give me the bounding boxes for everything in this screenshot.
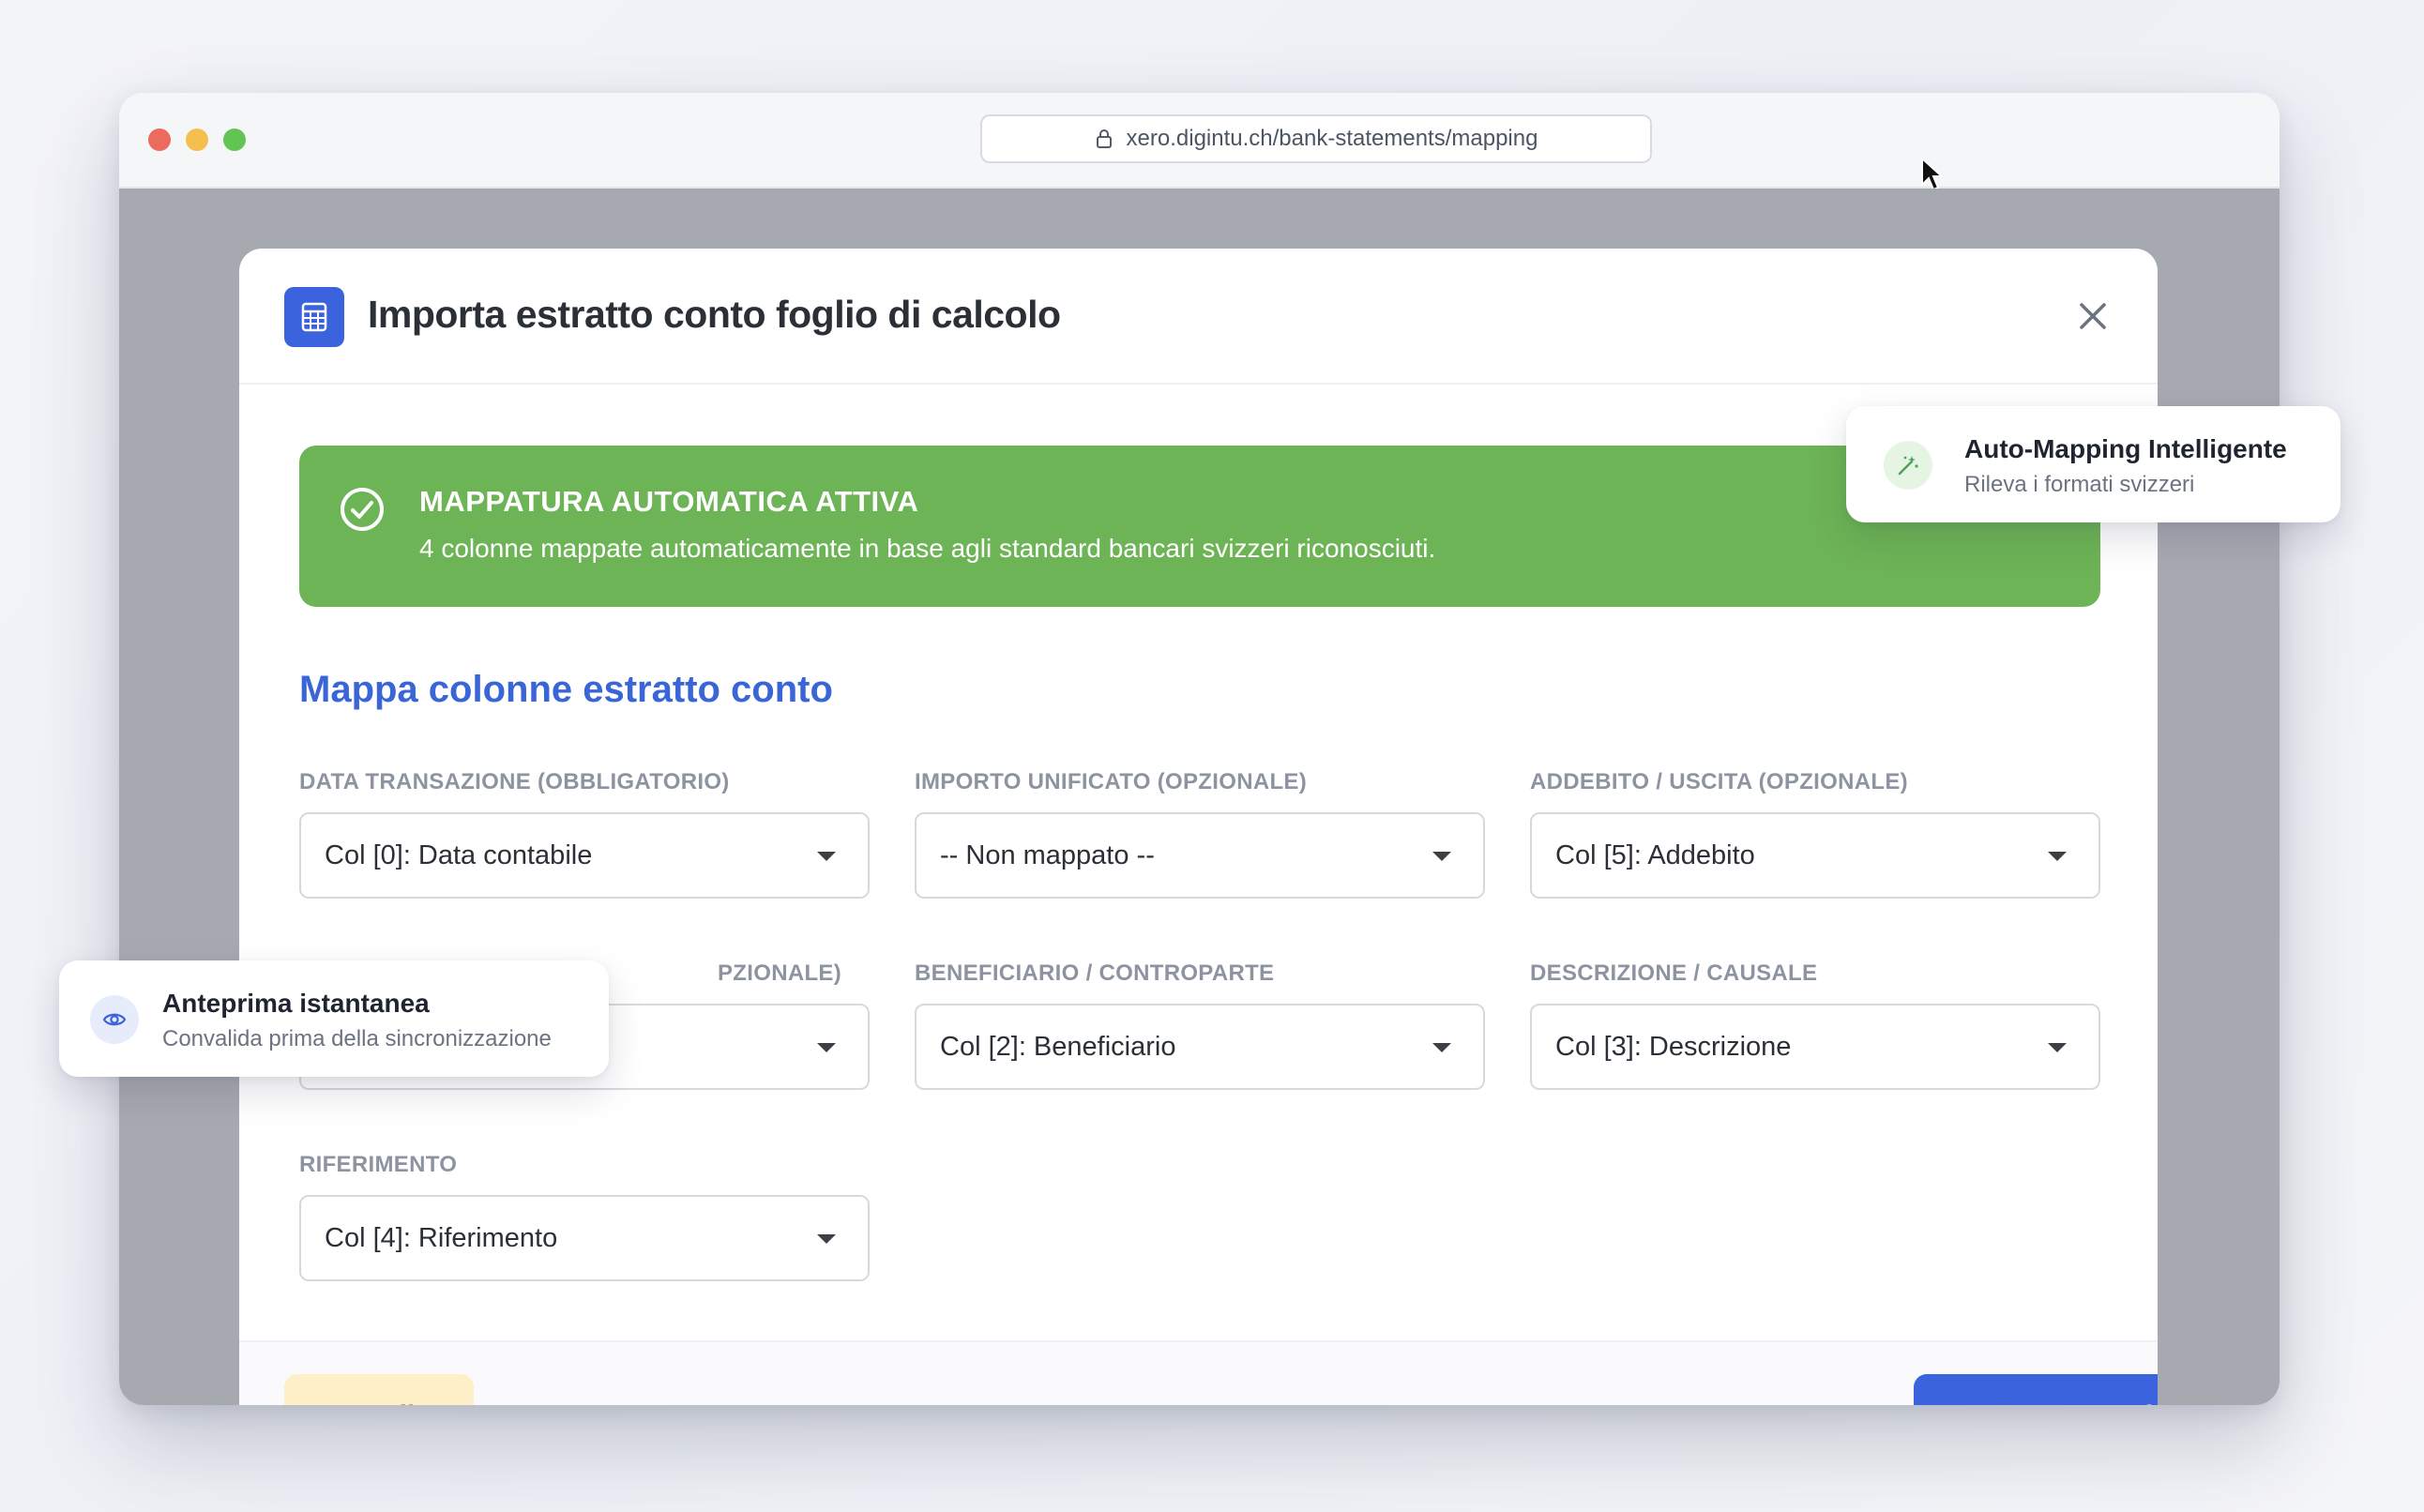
chevron-down-icon [1432,852,1451,861]
modal-title: Importa estratto conto foglio di calcolo [368,293,1061,336]
banner-title: MAPPATURA AUTOMATICA ATTIVA [419,485,919,518]
select-payee[interactable]: Col [2]: Beneficiario [915,1004,1485,1090]
select-value: Col [4]: Riferimento [325,1222,558,1253]
instant-preview-title: Anteprima istantanea [162,989,430,1018]
address-bar[interactable]: xero.digintu.ch/bank-statements/mapping [980,114,1652,163]
chevron-down-icon [817,1234,836,1244]
page-viewport: Importa estratto conto foglio di calcolo… [119,189,2280,1405]
field-label-reference: RIFERIMENTO [299,1152,458,1177]
select-transaction-date[interactable]: Col [0]: Data contabile [299,812,870,899]
instant-preview-subtitle: Convalida prima della sincronizzazione [162,1026,552,1051]
field-label-credit: PZIONALE) [718,960,842,986]
spreadsheet-icon [284,287,344,347]
browser-window: xero.digintu.ch/bank-statements/mapping [119,93,2280,1405]
chevron-down-icon [817,1043,836,1052]
maximize-window-button[interactable] [223,129,246,151]
minimize-window-button[interactable] [186,129,208,151]
auto-mapping-subtitle: Rileva i formati svizzeri [1964,472,2195,497]
select-value: Col [2]: Beneficiario [940,1031,1176,1062]
chevron-down-icon [1432,1043,1451,1052]
select-reference[interactable]: Col [4]: Riferimento [299,1195,870,1281]
browser-chrome: xero.digintu.ch/bank-statements/mapping [119,93,2280,191]
eye-icon [90,995,139,1044]
field-label-transaction-date: DATA TRANSAZIONE (OBBLIGATORIO) [299,769,730,794]
instant-preview-card: Anteprima istantanea Convalida prima del… [59,960,609,1077]
magic-wand-icon [1884,441,1932,490]
close-modal-button[interactable] [2073,296,2113,336]
auto-mapping-banner: MAPPATURA AUTOMATICA ATTIVA 4 colonne ma… [299,446,2100,607]
select-value: Col [5]: Addebito [1555,839,1755,870]
field-label-payee: BENEFICIARIO / CONTROPARTE [915,960,1275,986]
section-title: Mappa colonne estratto conto [299,669,833,710]
select-description[interactable]: Col [3]: Descrizione [1530,1004,2100,1090]
chevron-down-icon [2048,1043,2067,1052]
url-text: xero.digintu.ch/bank-statements/mapping [1126,126,1538,151]
banner-text: 4 colonne mappate automaticamente in bas… [419,534,1436,563]
check-circle-icon [341,488,384,531]
chevron-down-icon [2048,852,2067,861]
select-value: Col [0]: Data contabile [325,839,593,870]
select-value: Col [3]: Descrizione [1555,1031,1792,1062]
field-label-description: DESCRIZIONE / CAUSALE [1530,960,1818,986]
field-label-unified-amount: IMPORTO UNIFICATO (OPZIONALE) [915,769,1308,794]
modal-footer: Annulla Genera anteprima [239,1340,2158,1405]
close-icon [2080,303,2106,329]
modal-header: Importa estratto conto foglio di calcolo [239,249,2158,385]
chevron-down-icon [817,852,836,861]
select-unified-amount[interactable]: -- Non mappato -- [915,812,1485,899]
select-value: -- Non mappato -- [940,839,1155,870]
close-window-button[interactable] [148,129,171,151]
select-debit[interactable]: Col [5]: Addebito [1530,812,2100,899]
lock-icon [1096,129,1112,148]
auto-mapping-title: Auto-Mapping Intelligente [1964,434,2287,463]
cancel-button[interactable]: Annulla [284,1374,474,1405]
generate-preview-button[interactable]: Genera anteprima [1914,1374,2158,1405]
field-label-debit: ADDEBITO / USCITA (OPZIONALE) [1530,769,1908,794]
auto-mapping-card: Auto-Mapping Intelligente Rileva i forma… [1846,406,2341,522]
